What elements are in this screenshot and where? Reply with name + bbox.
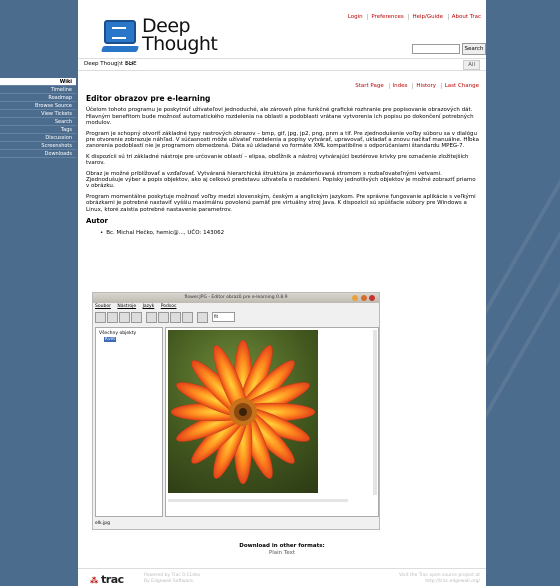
info-icon [197, 312, 208, 323]
plain-text-link[interactable]: Plain Text [78, 550, 486, 557]
trac-logo[interactable]: ⁂ trac [90, 573, 124, 586]
author-heading: Autor [86, 217, 109, 226]
menu-podsoc: Podsoc [160, 304, 177, 309]
paragraph-5: Program momentálne poskytuje možnosť voľ… [86, 193, 476, 213]
bezier-tool-icon [170, 312, 181, 323]
history-link[interactable]: History [412, 83, 439, 89]
powered-line-1: Powered by Trac 0.11dev [144, 573, 201, 578]
vertical-scrollbar [373, 330, 377, 495]
paragraph-4: Obraz je možné priblížovať a vzďaľovať. … [86, 170, 476, 190]
all-button[interactable]: All [463, 60, 480, 70]
index-link[interactable]: Index [388, 83, 411, 89]
sidebar-item-downloads[interactable]: Downloads [0, 150, 76, 158]
image-canvas [165, 327, 379, 517]
paragraph-2: Program je schopný otvoriť základné typy… [86, 130, 479, 150]
sidebar-item-tags[interactable]: Tags [0, 126, 76, 134]
tree-child-node: Kvet [104, 337, 117, 342]
menu-jazyk: Jazyk [142, 304, 155, 309]
save-icon [107, 312, 118, 323]
visit-trac: Visit the Trac open source project at ht… [399, 573, 480, 584]
app-window-title: flower.JPG - Editor obrazů pre e-learnin… [93, 293, 379, 303]
object-tree: Všechny objekty Kvet [95, 327, 163, 517]
tree-root-node: Všechny objekty [99, 331, 137, 336]
flower-photo [170, 339, 316, 485]
background-watermark [486, 0, 560, 586]
about-trac-link[interactable]: About Trac [447, 14, 484, 20]
trac-logo-text: trac [101, 573, 124, 586]
app-screenshot: flower.JPG - Editor obrazů pre e-learnin… [92, 292, 380, 530]
sidebar-item-discussion[interactable]: Discussion [0, 134, 76, 142]
context-navigation: Start Page Index History Last Change [352, 83, 482, 89]
paragraph-1: Účelom tohoto programu je poskytnúť užív… [86, 107, 474, 127]
window-controls [351, 295, 375, 306]
sidebar-nav: Wiki Timeline Roadmap Browse Source View… [0, 78, 76, 158]
sidebar-item-roadmap[interactable]: Roadmap [0, 94, 76, 102]
main-page: Deep Thought Login Preferences Help/Guid… [78, 0, 486, 586]
sidebar-item-search[interactable]: Search [0, 118, 76, 126]
sidebar-item-wiki[interactable]: Wiki [0, 78, 76, 86]
last-change-link[interactable]: Last Change [440, 83, 482, 89]
powered-line-2: By Edgewall Software. [144, 578, 195, 584]
search-button[interactable]: Search [462, 43, 486, 55]
trac-logo-icon: ⁂ [90, 576, 98, 585]
app-title-text: flower.JPG - Editor obrazů pre e-learnin… [184, 295, 288, 300]
page-title: Editor obrazov pre e-learning [86, 94, 211, 103]
visit-link[interactable]: http://trac.edgewall.org/ [399, 579, 480, 585]
open-icon [95, 312, 106, 323]
rectangle-tool-icon [146, 312, 157, 323]
site-logo[interactable]: Deep Thought [100, 16, 218, 58]
close-icon [369, 295, 375, 301]
app-statusbar: elk.jpg [95, 521, 111, 526]
horizontal-scrollbar [168, 499, 348, 502]
help-guide-link[interactable]: Help/Guide [408, 14, 447, 20]
sidebar-item-browse-source[interactable]: Browse Source [0, 102, 76, 110]
logo-text-line2: Thought [142, 33, 218, 55]
visit-line-1: Visit the Trac open source project at [398, 573, 480, 578]
wiki-content: Editor obrazov pre e-learning Účelom toh… [86, 94, 480, 236]
ellipse-tool-icon [158, 312, 169, 323]
app-menubar: Soubor Nástroje Jazyk Podsoc [95, 304, 181, 309]
preferences-link[interactable]: Preferences [367, 14, 407, 20]
grid-icon [182, 312, 193, 323]
login-link[interactable]: Login [345, 14, 366, 20]
author-item: Bc. Michal Hečko, hemic@..., UČO: 143062 [100, 230, 480, 236]
reload-icon [119, 312, 130, 323]
breadcrumb: Deep Thought >> ELIE All [78, 58, 486, 71]
monitor-icon [104, 20, 136, 44]
breadcrumb-current[interactable]: ELIE [118, 61, 137, 67]
sidebar-item-screenshots[interactable]: Screenshots [0, 142, 76, 150]
settings-icon [131, 312, 142, 323]
download-formats: Download in other formats: Plain Text [78, 543, 486, 557]
start-page-link[interactable]: Start Page [352, 83, 387, 89]
maximize-icon [360, 295, 367, 301]
sidebar-item-timeline[interactable]: Timeline [0, 86, 76, 94]
page-footer: ⁂ trac Powered by Trac 0.11dev By Edgewa… [78, 568, 486, 586]
powered-by: Powered by Trac 0.11dev By Edgewall Soft… [144, 573, 200, 584]
menu-soubor: Soubor [95, 304, 111, 309]
zoom-select: fit [212, 312, 235, 322]
meta-navigation: Login Preferences Help/Guide About Trac [345, 14, 484, 20]
download-heading: Download in other formats: [239, 543, 325, 549]
menu-nastroje: Nástroje [117, 304, 137, 309]
paragraph-3: K dispozícii sú tri základné nástroje pr… [86, 153, 469, 167]
sidebar-item-view-tickets[interactable]: View Tickets [0, 110, 76, 118]
search-input[interactable] [412, 44, 460, 54]
minimize-icon [352, 295, 359, 301]
app-toolbar: fit [95, 312, 235, 324]
